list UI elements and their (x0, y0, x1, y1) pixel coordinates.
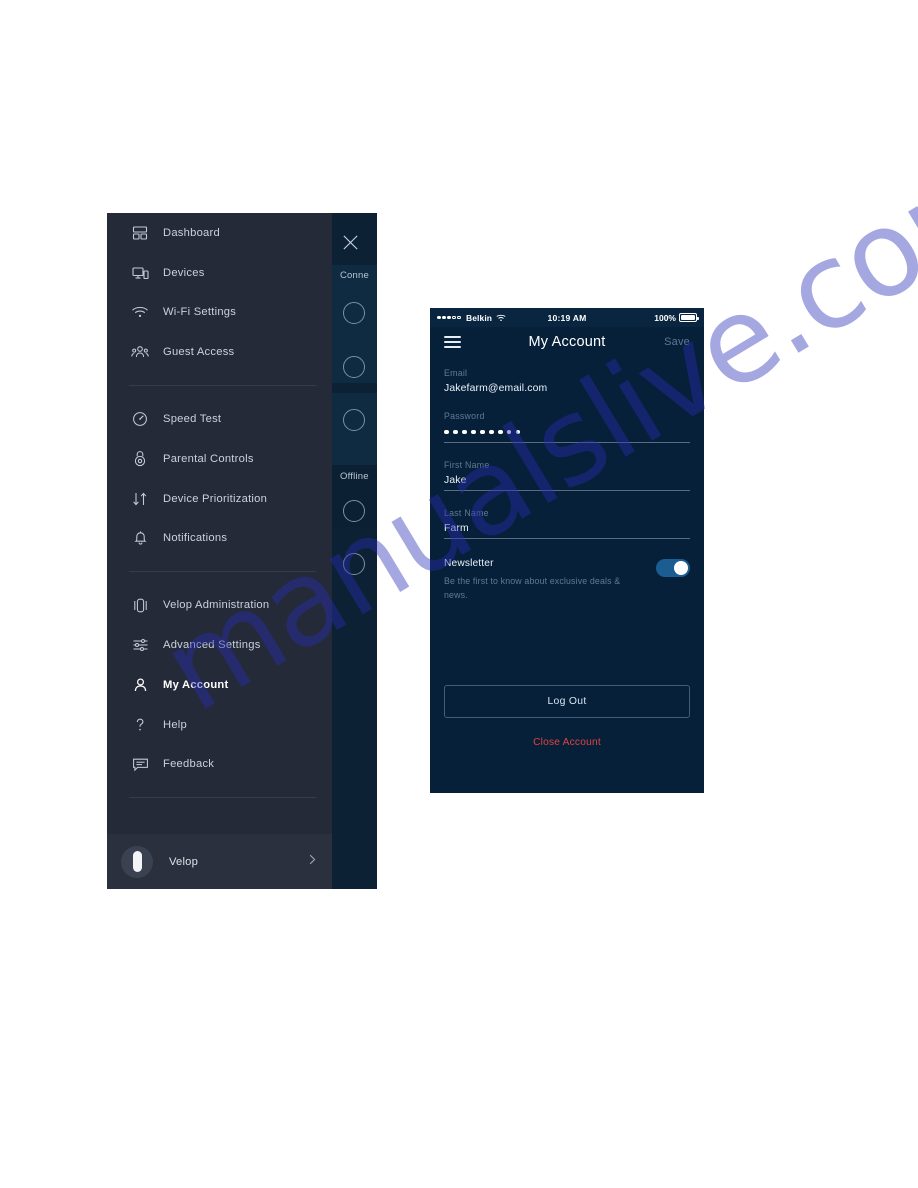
divider (129, 385, 316, 387)
sidebar-item-notifications[interactable]: Notifications (107, 519, 332, 559)
sidebar-item-device-prioritization[interactable]: Device Prioritization (107, 479, 332, 519)
close-account-link[interactable]: Close Account (430, 737, 704, 748)
up-down-arrows-icon (129, 488, 151, 510)
newsletter-description: Be the first to know about exclusive dea… (444, 576, 621, 600)
field-underline (444, 538, 690, 539)
dashboard-icon (129, 222, 151, 244)
sidebar-item-parental-controls[interactable]: Parental Controls (107, 439, 332, 479)
sidebar-item-guest-access[interactable]: Guest Access (107, 332, 332, 372)
log-out-button[interactable]: Log Out (444, 685, 690, 719)
sidebar-footer-velop[interactable]: Velop (107, 834, 332, 889)
sidebar-item-label: Advanced Settings (163, 639, 261, 652)
sidebar-item-label: Dashboard (163, 226, 220, 239)
sidebar-item-my-account[interactable]: My Account (107, 665, 332, 705)
device-circle (343, 409, 365, 431)
sidebar-item-label: Notifications (163, 532, 228, 545)
sidebar-item-feedback[interactable]: Feedback (107, 745, 332, 785)
save-button[interactable]: Save (664, 336, 690, 348)
divider (129, 797, 316, 799)
close-icon[interactable] (341, 233, 360, 252)
node-icon (129, 594, 151, 616)
person-icon (129, 674, 151, 696)
last-name-field-group[interactable]: Last Name Farm (444, 497, 690, 545)
phone-screenshot: Belkin 10:19 AM 100% My Account Save Ema… (430, 308, 704, 793)
email-field-group[interactable]: Email Jakefarm@email.com (444, 357, 690, 400)
sliders-icon (129, 634, 151, 656)
sidebar-item-dashboard[interactable]: Dashboard (107, 213, 332, 253)
battery-percent-label: 100% (654, 312, 676, 323)
status-bar: Belkin 10:19 AM 100% (430, 308, 704, 327)
device-circle (343, 553, 365, 575)
first-name-field-group[interactable]: First Name Jake (444, 449, 690, 497)
field-underline (444, 490, 690, 491)
sidebar-item-label: Device Prioritization (163, 492, 268, 505)
device-circle (343, 500, 365, 522)
status-bar-right: 100% (654, 312, 699, 323)
sidebar-item-label: Speed Test (163, 413, 222, 426)
device-circle (343, 302, 365, 324)
newsletter-row: Newsletter Be the first to know about ex… (444, 545, 690, 602)
newsletter-toggle[interactable] (656, 559, 690, 577)
navigation-list: Dashboard Devices Wi-Fi Settings Guest A… (107, 213, 332, 889)
email-field-label: Email (444, 368, 468, 378)
page-title: My Account (528, 334, 606, 350)
sidebar-item-speed-test[interactable]: Speed Test (107, 399, 332, 439)
sidebar-item-label: Parental Controls (163, 452, 254, 465)
sidebar-item-label: Guest Access (163, 346, 235, 359)
device-circle (343, 356, 365, 378)
sidebar-screenshot: Conne Offline Dashboard Devices Wi-Fi Se… (107, 213, 377, 889)
speech-bubble-icon (129, 753, 151, 775)
background-dashboard-panel: Conne Offline (332, 213, 377, 889)
first-name-field-value[interactable]: Jake (444, 475, 690, 486)
node-icon (132, 851, 142, 872)
velop-label: Velop (169, 855, 198, 868)
sidebar-item-label: Devices (163, 266, 205, 279)
velop-node-avatar (121, 845, 153, 878)
wifi-icon (129, 301, 151, 323)
chevron-right-icon[interactable] (307, 853, 318, 871)
divider (129, 571, 316, 573)
sidebar-item-velop-administration[interactable]: Velop Administration (107, 585, 332, 625)
sidebar-item-label: My Account (163, 678, 229, 691)
password-field-value[interactable] (444, 426, 690, 438)
newsletter-label: Newsletter (444, 558, 494, 569)
connected-label: Conne (340, 270, 369, 281)
sidebar-item-label: Feedback (163, 758, 215, 771)
email-field-value[interactable]: Jakefarm@email.com (444, 383, 690, 394)
sidebar-item-wifi-settings[interactable]: Wi-Fi Settings (107, 293, 332, 333)
battery-full-icon (679, 313, 699, 322)
newsletter-texts: Newsletter Be the first to know about ex… (444, 558, 656, 602)
sidebar-item-help[interactable]: Help (107, 705, 332, 745)
password-field-label: Password (444, 411, 485, 421)
first-name-field-label: First Name (444, 460, 490, 470)
offline-label: Offline (340, 471, 369, 482)
sidebar-item-devices[interactable]: Devices (107, 253, 332, 293)
last-name-field-label: Last Name (444, 508, 489, 518)
guest-access-icon (129, 341, 151, 363)
account-form: Email Jakefarm@email.com Password First … (430, 357, 704, 602)
question-mark-icon (129, 714, 151, 736)
bell-icon (129, 527, 151, 549)
sidebar-item-label: Wi-Fi Settings (163, 306, 237, 319)
password-field-group[interactable]: Password (444, 400, 690, 449)
sidebar-item-label: Velop Administration (163, 599, 270, 612)
last-name-field-value[interactable]: Farm (444, 523, 690, 534)
sidebar-item-advanced-settings[interactable]: Advanced Settings (107, 625, 332, 665)
navigation-drawer: Dashboard Devices Wi-Fi Settings Guest A… (107, 213, 332, 889)
sidebar-item-label: Help (163, 718, 188, 731)
speedometer-icon (129, 408, 151, 430)
app-header: My Account Save (430, 327, 704, 357)
devices-icon (129, 262, 151, 284)
field-underline (444, 442, 690, 443)
padlock-icon (129, 448, 151, 470)
